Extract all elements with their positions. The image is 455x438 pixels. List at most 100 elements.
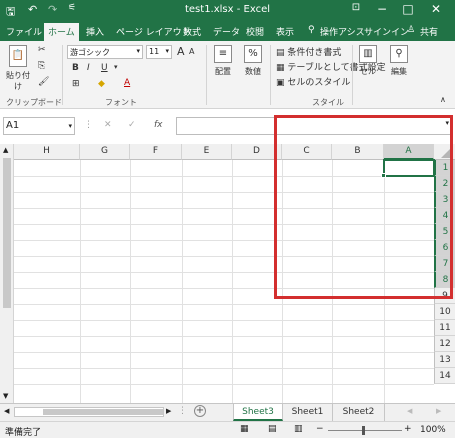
- cells-icon: ▥: [359, 45, 377, 63]
- tab-data[interactable]: データ: [213, 25, 240, 38]
- tab-formulas[interactable]: 数式: [183, 25, 201, 38]
- copy-icon[interactable]: ⎘: [38, 61, 45, 71]
- scroll-left-icon[interactable]: ◀: [4, 407, 9, 415]
- cell-style-icon: ▣: [276, 78, 285, 88]
- page-layout-view-icon[interactable]: ▤: [268, 424, 277, 434]
- tab-insert[interactable]: 挿入: [86, 25, 104, 38]
- cancel-icon[interactable]: ✕: [104, 120, 112, 130]
- insert-function-icon[interactable]: fx: [154, 120, 163, 130]
- gridline: [130, 160, 131, 403]
- gridline: [14, 336, 434, 337]
- column-header-g[interactable]: G: [80, 144, 130, 160]
- zoom-level[interactable]: 100%: [420, 425, 446, 435]
- normal-view-icon[interactable]: ▦: [240, 424, 249, 434]
- font-size-select[interactable]: 11 ▾: [146, 45, 172, 59]
- alignment-label: 配置: [215, 67, 231, 76]
- page-break-view-icon[interactable]: ▥: [294, 424, 303, 434]
- scroll-down-icon[interactable]: ▼: [3, 392, 8, 400]
- divider: [206, 45, 207, 105]
- tab-file[interactable]: ファイル: [6, 25, 42, 38]
- bold-button[interactable]: B: [72, 63, 79, 73]
- underline-button[interactable]: U: [101, 63, 108, 73]
- status-bar: 準備完了 ▦ ▤ ▥ − + 100%: [0, 421, 455, 438]
- chevron-down-icon[interactable]: ▾: [114, 63, 118, 71]
- format-painter-icon[interactable]: 🖌: [38, 77, 49, 87]
- chevron-down-icon: ▾: [136, 47, 140, 55]
- person-icon: ♙: [407, 25, 416, 35]
- scroll-right-icon[interactable]: ▶: [166, 407, 171, 415]
- number-format-button[interactable]: % 数値: [240, 45, 266, 77]
- close-button[interactable]: ✕: [428, 2, 444, 16]
- alignment-button[interactable]: ≡ 配置: [210, 45, 236, 77]
- cells-label: セル: [360, 67, 376, 76]
- sheet-tab-bar: ◀ ▶ ⋮ + Sheet3 Sheet1 Sheet2 ◀ ▶: [0, 403, 455, 421]
- vertical-scrollbar[interactable]: ▲ ▼: [0, 144, 14, 403]
- shrink-font-icon[interactable]: A: [189, 47, 194, 56]
- scroll-thumb[interactable]: [3, 158, 11, 308]
- paste-button[interactable]: 📋 貼り付け: [4, 45, 32, 92]
- add-sheet-button[interactable]: +: [194, 405, 206, 417]
- font-color-icon[interactable]: A: [124, 78, 130, 88]
- cells-button[interactable]: ▥ セル: [356, 45, 380, 77]
- minimize-button[interactable]: −: [374, 2, 390, 16]
- previous-sheet-icon[interactable]: ◀: [407, 407, 412, 415]
- styles-group-label: スタイル: [312, 98, 344, 107]
- name-box[interactable]: A1 ▾: [3, 117, 75, 135]
- zoom-out-icon[interactable]: −: [316, 424, 324, 434]
- font-name-select[interactable]: 游ゴシック ▾: [67, 45, 143, 59]
- grow-font-icon[interactable]: A: [177, 45, 185, 58]
- collapse-ribbon-icon[interactable]: ∧: [440, 95, 446, 104]
- chevron-down-icon: ▾: [68, 122, 72, 130]
- sheet-tab-sheet2[interactable]: Sheet2: [333, 404, 385, 421]
- sign-in-link[interactable]: サインイン: [364, 25, 409, 38]
- ribbon-display-options-icon[interactable]: ⊡: [348, 2, 364, 13]
- tell-me-search[interactable]: 操作アシス: [320, 25, 365, 38]
- chevron-down-icon: ▾: [165, 47, 169, 55]
- zoom-slider[interactable]: [328, 426, 402, 435]
- cut-icon[interactable]: ✂: [38, 45, 46, 55]
- zoom-slider-thumb[interactable]: [362, 426, 365, 435]
- paste-label: 貼り付け: [6, 71, 30, 91]
- border-icon[interactable]: ⊞: [72, 79, 80, 89]
- gridline: [14, 304, 434, 305]
- share-button[interactable]: 共有: [420, 25, 438, 38]
- gridline: [14, 352, 434, 353]
- vertical-dots-icon: ⋮: [178, 406, 187, 416]
- row-header[interactable]: 13: [434, 352, 455, 368]
- conditional-formatting-button[interactable]: ▤ 条件付き書式: [276, 45, 341, 58]
- font-group-label: フォント: [105, 98, 137, 107]
- column-header-h[interactable]: H: [14, 144, 80, 160]
- divider: [62, 45, 63, 105]
- fill-color-icon[interactable]: ◆: [98, 79, 105, 89]
- horizontal-scrollbar[interactable]: [14, 407, 164, 417]
- gridline: [80, 160, 81, 403]
- font-name-value: 游ゴシック: [70, 48, 110, 57]
- conditional-format-icon: ▤: [276, 48, 285, 58]
- italic-button[interactable]: I: [87, 63, 90, 73]
- horizontal-scroll-thumb[interactable]: [43, 409, 163, 415]
- tab-view[interactable]: 表示: [276, 25, 294, 38]
- font-size-value: 11: [149, 47, 160, 56]
- row-header[interactable]: 12: [434, 336, 455, 352]
- gridline: [182, 160, 183, 403]
- cell-styles-button[interactable]: ▣ セルのスタイル: [276, 75, 350, 88]
- scroll-up-icon[interactable]: ▲: [3, 146, 8, 154]
- editing-button[interactable]: ⚲ 編集: [386, 45, 412, 77]
- row-header[interactable]: 11: [434, 320, 455, 336]
- tab-home[interactable]: ホーム: [44, 23, 79, 41]
- tab-review[interactable]: 校閲: [246, 25, 264, 38]
- column-header-e[interactable]: E: [182, 144, 232, 160]
- enter-icon[interactable]: ✓: [128, 120, 136, 130]
- tab-page-layout[interactable]: ページ レイアウト: [116, 25, 191, 38]
- column-header-f[interactable]: F: [130, 144, 182, 160]
- gridline: [14, 368, 434, 369]
- sheet-tab-sheet3[interactable]: Sheet3: [233, 404, 283, 421]
- next-sheet-icon[interactable]: ▶: [436, 407, 441, 415]
- row-header[interactable]: 10: [434, 304, 455, 320]
- maximize-button[interactable]: □: [400, 2, 416, 16]
- clipboard-icon: 📋: [9, 45, 27, 67]
- ribbon: 📋 貼り付け ✂ ⎘ 🖌 クリップボード 游ゴシック ▾ 11 ▾ A A B …: [0, 41, 455, 109]
- zoom-in-icon[interactable]: +: [404, 424, 412, 434]
- row-header[interactable]: 14: [434, 368, 455, 384]
- sheet-tab-sheet1[interactable]: Sheet1: [283, 404, 333, 421]
